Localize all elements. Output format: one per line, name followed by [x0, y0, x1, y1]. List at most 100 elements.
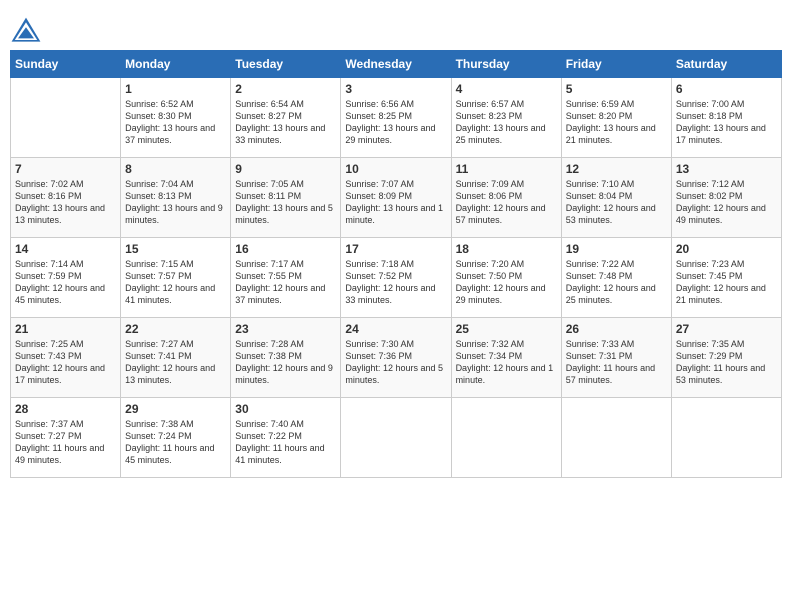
cell-content: Sunrise: 6:57 AMSunset: 8:23 PMDaylight:…	[456, 98, 557, 147]
cell-content: Sunrise: 7:07 AMSunset: 8:09 PMDaylight:…	[345, 178, 446, 227]
calendar-cell: 25Sunrise: 7:32 AMSunset: 7:34 PMDayligh…	[451, 318, 561, 398]
day-number: 26	[566, 322, 667, 336]
day-number: 28	[15, 402, 116, 416]
day-number: 13	[676, 162, 777, 176]
day-number: 2	[235, 82, 336, 96]
calendar-cell: 27 Sunrise: 7:35 AMSunset: 7:29 PMDayligh…	[671, 318, 781, 398]
page-header	[10, 10, 782, 44]
cell-content: Sunrise: 7:35 AMSunset: 7:29 PMDaylight:…	[676, 338, 777, 387]
day-header-monday: Monday	[121, 51, 231, 78]
day-number: 30	[235, 402, 336, 416]
calendar-cell: 12 Sunrise: 7:10 AMSunset: 8:04 PMDayligh…	[561, 158, 671, 238]
cell-content: Sunrise: 7:10 AMSunset: 8:04 PMDaylight:…	[566, 178, 667, 227]
day-number: 19	[566, 242, 667, 256]
cell-content: Sunrise: 7:12 AMSunset: 8:02 PMDaylight:…	[676, 178, 777, 227]
cell-content: Sunrise: 7:33 AMSunset: 7:31 PMDaylight:…	[566, 338, 667, 387]
cell-content: Sunrise: 7:37 AMSunset: 7:27 PMDaylight:…	[15, 418, 116, 467]
day-number: 23	[235, 322, 336, 336]
calendar-cell: 8 Sunrise: 7:04 AMSunset: 8:13 PMDaylight…	[121, 158, 231, 238]
cell-content: Sunrise: 6:59 AMSunset: 8:20 PMDaylight:…	[566, 98, 667, 147]
cell-content: Sunrise: 7:30 AMSunset: 7:36 PMDaylight:…	[345, 338, 446, 387]
week-row-1: 1 Sunrise: 6:52 AMSunset: 8:30 PMDaylight…	[11, 78, 782, 158]
day-number: 12	[566, 162, 667, 176]
calendar-cell: 29 Sunrise: 7:38 AMSunset: 7:24 PMDayligh…	[121, 398, 231, 478]
day-header-saturday: Saturday	[671, 51, 781, 78]
day-number: 15	[125, 242, 226, 256]
day-number: 1	[125, 82, 226, 96]
calendar-cell: 6 Sunrise: 7:00 AMSunset: 8:18 PMDaylight…	[671, 78, 781, 158]
calendar-cell: 26 Sunrise: 7:33 AMSunset: 7:31 PMDayligh…	[561, 318, 671, 398]
cell-content: Sunrise: 7:20 AMSunset: 7:50 PMDaylight:…	[456, 258, 557, 307]
day-number: 27	[676, 322, 777, 336]
cell-content: Sunrise: 6:56 AMSunset: 8:25 PMDaylight:…	[345, 98, 446, 147]
cell-content: Sunrise: 7:00 AMSunset: 8:18 PMDaylight:…	[676, 98, 777, 147]
day-number: 17	[345, 242, 446, 256]
cell-content: Sunrise: 7:15 AMSunset: 7:57 PMDaylight:…	[125, 258, 226, 307]
calendar-cell: 14 Sunrise: 7:14 AMSunset: 7:59 PMDayligh…	[11, 238, 121, 318]
day-number: 8	[125, 162, 226, 176]
cell-content: Sunrise: 7:14 AMSunset: 7:59 PMDaylight:…	[15, 258, 116, 307]
day-number: 6	[676, 82, 777, 96]
calendar-cell: 21Sunrise: 7:25 AMSunset: 7:43 PMDayligh…	[11, 318, 121, 398]
calendar-cell: 20 Sunrise: 7:23 AMSunset: 7:45 PMDayligh…	[671, 238, 781, 318]
calendar-cell: 13 Sunrise: 7:12 AMSunset: 8:02 PMDayligh…	[671, 158, 781, 238]
calendar-cell: 7Sunrise: 7:02 AMSunset: 8:16 PMDaylight…	[11, 158, 121, 238]
calendar-cell: 22 Sunrise: 7:27 AMSunset: 7:41 PMDayligh…	[121, 318, 231, 398]
calendar-cell: 15 Sunrise: 7:15 AMSunset: 7:57 PMDayligh…	[121, 238, 231, 318]
cell-content: Sunrise: 7:38 AMSunset: 7:24 PMDaylight:…	[125, 418, 226, 467]
cell-content: Sunrise: 7:18 AMSunset: 7:52 PMDaylight:…	[345, 258, 446, 307]
day-number: 29	[125, 402, 226, 416]
calendar-cell: 11 Sunrise: 7:09 AMSunset: 8:06 PMDayligh…	[451, 158, 561, 238]
day-number: 22	[125, 322, 226, 336]
calendar-cell: 3 Sunrise: 6:56 AMSunset: 8:25 PMDaylight…	[341, 78, 451, 158]
day-number: 20	[676, 242, 777, 256]
calendar-cell: 4Sunrise: 6:57 AMSunset: 8:23 PMDaylight…	[451, 78, 561, 158]
week-row-2: 7Sunrise: 7:02 AMSunset: 8:16 PMDaylight…	[11, 158, 782, 238]
calendar-cell: 10 Sunrise: 7:07 AMSunset: 8:09 PMDayligh…	[341, 158, 451, 238]
cell-content: Sunrise: 7:28 AMSunset: 7:38 PMDaylight:…	[235, 338, 336, 387]
cell-content: Sunrise: 7:09 AMSunset: 8:06 PMDaylight:…	[456, 178, 557, 227]
calendar-cell: 18 Sunrise: 7:20 AMSunset: 7:50 PMDayligh…	[451, 238, 561, 318]
logo	[10, 16, 46, 44]
calendar-cell: 5 Sunrise: 6:59 AMSunset: 8:20 PMDaylight…	[561, 78, 671, 158]
cell-content: Sunrise: 7:25 AMSunset: 7:43 PMDaylight:…	[15, 338, 116, 387]
cell-content: Sunrise: 7:05 AMSunset: 8:11 PMDaylight:…	[235, 178, 336, 227]
cell-content: Sunrise: 7:27 AMSunset: 7:41 PMDaylight:…	[125, 338, 226, 387]
calendar-cell: 19Sunrise: 7:22 AMSunset: 7:48 PMDayligh…	[561, 238, 671, 318]
cell-content: Sunrise: 7:23 AMSunset: 7:45 PMDaylight:…	[676, 258, 777, 307]
week-row-4: 21Sunrise: 7:25 AMSunset: 7:43 PMDayligh…	[11, 318, 782, 398]
calendar-cell: 1 Sunrise: 6:52 AMSunset: 8:30 PMDaylight…	[121, 78, 231, 158]
day-number: 5	[566, 82, 667, 96]
calendar-cell: 23 Sunrise: 7:28 AMSunset: 7:38 PMDayligh…	[231, 318, 341, 398]
calendar-cell: 2 Sunrise: 6:54 AMSunset: 8:27 PMDaylight…	[231, 78, 341, 158]
cell-content: Sunrise: 6:54 AMSunset: 8:27 PMDaylight:…	[235, 98, 336, 147]
calendar-cell: 17 Sunrise: 7:18 AMSunset: 7:52 PMDayligh…	[341, 238, 451, 318]
calendar-cell: 30Sunrise: 7:40 AMSunset: 7:22 PMDayligh…	[231, 398, 341, 478]
calendar-cell	[341, 398, 451, 478]
day-header-friday: Friday	[561, 51, 671, 78]
calendar-cell: 24Sunrise: 7:30 AMSunset: 7:36 PMDayligh…	[341, 318, 451, 398]
day-header-thursday: Thursday	[451, 51, 561, 78]
days-header-row: SundayMondayTuesdayWednesdayThursdayFrid…	[11, 51, 782, 78]
day-number: 11	[456, 162, 557, 176]
cell-content: Sunrise: 7:04 AMSunset: 8:13 PMDaylight:…	[125, 178, 226, 227]
day-number: 18	[456, 242, 557, 256]
calendar-cell	[671, 398, 781, 478]
day-number: 14	[15, 242, 116, 256]
calendar-cell: 9 Sunrise: 7:05 AMSunset: 8:11 PMDaylight…	[231, 158, 341, 238]
day-header-wednesday: Wednesday	[341, 51, 451, 78]
day-number: 10	[345, 162, 446, 176]
calendar-table: SundayMondayTuesdayWednesdayThursdayFrid…	[10, 50, 782, 478]
day-number: 16	[235, 242, 336, 256]
calendar-cell	[11, 78, 121, 158]
cell-content: Sunrise: 7:02 AMSunset: 8:16 PMDaylight:…	[15, 178, 116, 227]
cell-content: Sunrise: 6:52 AMSunset: 8:30 PMDaylight:…	[125, 98, 226, 147]
week-row-3: 14 Sunrise: 7:14 AMSunset: 7:59 PMDayligh…	[11, 238, 782, 318]
day-number: 9	[235, 162, 336, 176]
day-header-tuesday: Tuesday	[231, 51, 341, 78]
day-number: 3	[345, 82, 446, 96]
calendar-cell: 28 Sunrise: 7:37 AMSunset: 7:27 PMDayligh…	[11, 398, 121, 478]
calendar-cell	[561, 398, 671, 478]
logo-icon	[10, 16, 42, 44]
cell-content: Sunrise: 7:32 AMSunset: 7:34 PMDaylight:…	[456, 338, 557, 387]
